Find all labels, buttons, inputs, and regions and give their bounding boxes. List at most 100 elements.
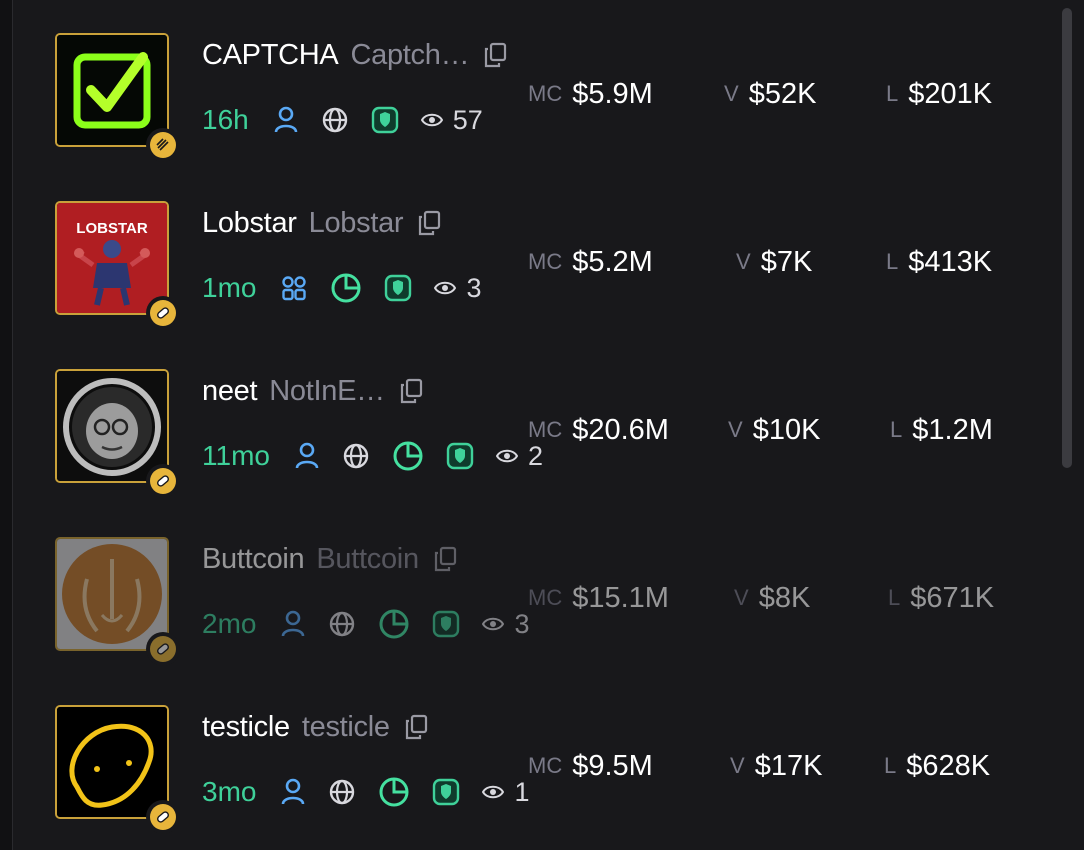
- v-label: V: [724, 81, 739, 106]
- token-age: 11mo: [202, 440, 270, 471]
- token-full-name: testicle: [301, 710, 390, 743]
- v-label: V: [734, 585, 749, 610]
- v-label: V: [730, 753, 745, 778]
- copy-icon[interactable]: [417, 210, 441, 236]
- token-avatar[interactable]: [55, 537, 180, 666]
- liquidity-value: $201K: [908, 77, 993, 110]
- copy-icon[interactable]: [399, 378, 423, 404]
- token-row-testicle[interactable]: testicle testicle 3mo 1 MC $9.5M V $17K: [0, 672, 1060, 840]
- liquidity-value: $1.2M: [912, 413, 993, 446]
- volume-value: $10K: [752, 413, 821, 446]
- v-label: V: [736, 249, 751, 274]
- views-count: 1: [482, 777, 530, 808]
- mc-value: $5.9M: [572, 77, 653, 110]
- copy-icon[interactable]: [404, 714, 428, 740]
- volume-stat: V $8K: [734, 580, 810, 616]
- token-full-name: Buttcoin: [316, 542, 419, 575]
- volume-stat: V $7K: [736, 244, 812, 280]
- v-label: V: [728, 417, 743, 442]
- l-label: L: [884, 753, 897, 778]
- token-age: 16h: [202, 104, 249, 135]
- liquidity-stat: L $201K: [886, 76, 992, 112]
- token-age: 3mo: [202, 776, 257, 807]
- token-age: 1mo: [202, 272, 257, 303]
- token-avatar[interactable]: [55, 369, 180, 498]
- shield-icon[interactable]: [384, 274, 412, 302]
- eye-icon: [482, 617, 505, 631]
- lobstar-avatar-image: LOBSTAR: [55, 201, 169, 315]
- token-name-line: CAPTCHA Captch…: [202, 38, 507, 72]
- pill-badge-icon: [146, 296, 180, 330]
- token-name-line: Lobstar Lobstar: [202, 206, 441, 240]
- token-row-buttcoin[interactable]: Buttcoin Buttcoin 2mo 3 MC $15.1M V $8K: [0, 504, 1060, 672]
- svg-text:LOBSTAR: LOBSTAR: [76, 220, 148, 237]
- mc-label: MC: [528, 585, 563, 610]
- pill-badge-icon: [146, 632, 180, 666]
- shield-icon[interactable]: [432, 610, 460, 638]
- shield-icon[interactable]: [371, 106, 399, 134]
- token-full-name: Lobstar: [308, 206, 404, 239]
- pie-icon[interactable]: [378, 776, 410, 808]
- copy-icon[interactable]: [433, 546, 457, 572]
- l-label: L: [886, 249, 899, 274]
- liquidity-value: $413K: [908, 245, 993, 278]
- eye-icon: [434, 281, 457, 295]
- views-value: 57: [452, 104, 483, 135]
- token-meta-line: 1mo 3: [202, 270, 482, 306]
- volume-value: $52K: [748, 77, 817, 110]
- pill-badge-icon: [146, 800, 180, 834]
- pie-icon[interactable]: [378, 608, 410, 640]
- liquidity-value: $628K: [906, 749, 991, 782]
- user-icon[interactable]: [294, 442, 320, 470]
- globe-icon[interactable]: [321, 106, 349, 134]
- token-avatar[interactable]: [55, 705, 180, 834]
- eye-icon: [482, 785, 505, 799]
- eye-icon: [495, 449, 518, 463]
- token-row-lobstar[interactable]: LOBSTAR Lobstar Lobstar 1mo 3 MC $5.2M V…: [0, 168, 1060, 336]
- token-name-line: testicle testicle: [202, 710, 428, 744]
- globe-icon[interactable]: [328, 778, 356, 806]
- views-count: 57: [420, 104, 483, 136]
- token-meta-line: 3mo 1: [202, 774, 530, 810]
- grid-icon[interactable]: [280, 274, 308, 302]
- mc-value: $20.6M: [572, 413, 669, 446]
- eye-icon: [420, 113, 443, 127]
- mc-label: MC: [528, 417, 563, 442]
- liquidity-value: $671K: [910, 581, 995, 614]
- volume-value: $17K: [754, 749, 823, 782]
- shield-icon[interactable]: [446, 442, 474, 470]
- token-row-neet[interactable]: neet NotInE… 11mo 2 MC $20.6M V $10K L $…: [0, 336, 1060, 504]
- pie-icon[interactable]: [392, 440, 424, 472]
- market-cap-stat: MC $9.5M: [528, 748, 653, 784]
- token-ticker: CAPTCHA: [202, 38, 339, 71]
- globe-icon[interactable]: [328, 610, 356, 638]
- token-full-name: Captch…: [350, 38, 470, 71]
- user-icon[interactable]: [280, 778, 306, 806]
- token-name-line: neet NotInE…: [202, 374, 423, 408]
- liquidity-stat: L $1.2M: [890, 412, 993, 448]
- token-row-captcha[interactable]: CAPTCHA Captch… 16h 57 MC $5.9M V $52K L…: [0, 0, 1060, 168]
- user-icon[interactable]: [280, 610, 306, 638]
- token-name-line: Buttcoin Buttcoin: [202, 542, 457, 576]
- liquidity-stat: L $413K: [886, 244, 992, 280]
- pill-badge-icon: [146, 464, 180, 498]
- shield-icon[interactable]: [432, 778, 460, 806]
- striped-badge-icon: [146, 128, 180, 162]
- pie-icon[interactable]: [330, 272, 362, 304]
- globe-icon[interactable]: [342, 442, 370, 470]
- token-avatar[interactable]: [55, 33, 180, 162]
- liquidity-stat: L $671K: [888, 580, 994, 616]
- token-meta-line: 16h 57: [202, 102, 483, 138]
- mc-value: $5.2M: [572, 245, 653, 278]
- mc-label: MC: [528, 753, 563, 778]
- copy-icon[interactable]: [483, 42, 507, 68]
- token-ticker: Buttcoin: [202, 542, 305, 575]
- views-count: 3: [434, 273, 482, 304]
- scrollbar-thumb[interactable]: [1062, 8, 1072, 468]
- mc-value: $15.1M: [572, 581, 669, 614]
- token-ticker: testicle: [202, 710, 290, 743]
- user-icon[interactable]: [273, 106, 299, 134]
- token-avatar[interactable]: LOBSTAR: [55, 201, 180, 330]
- mc-label: MC: [528, 81, 563, 106]
- l-label: L: [890, 417, 903, 442]
